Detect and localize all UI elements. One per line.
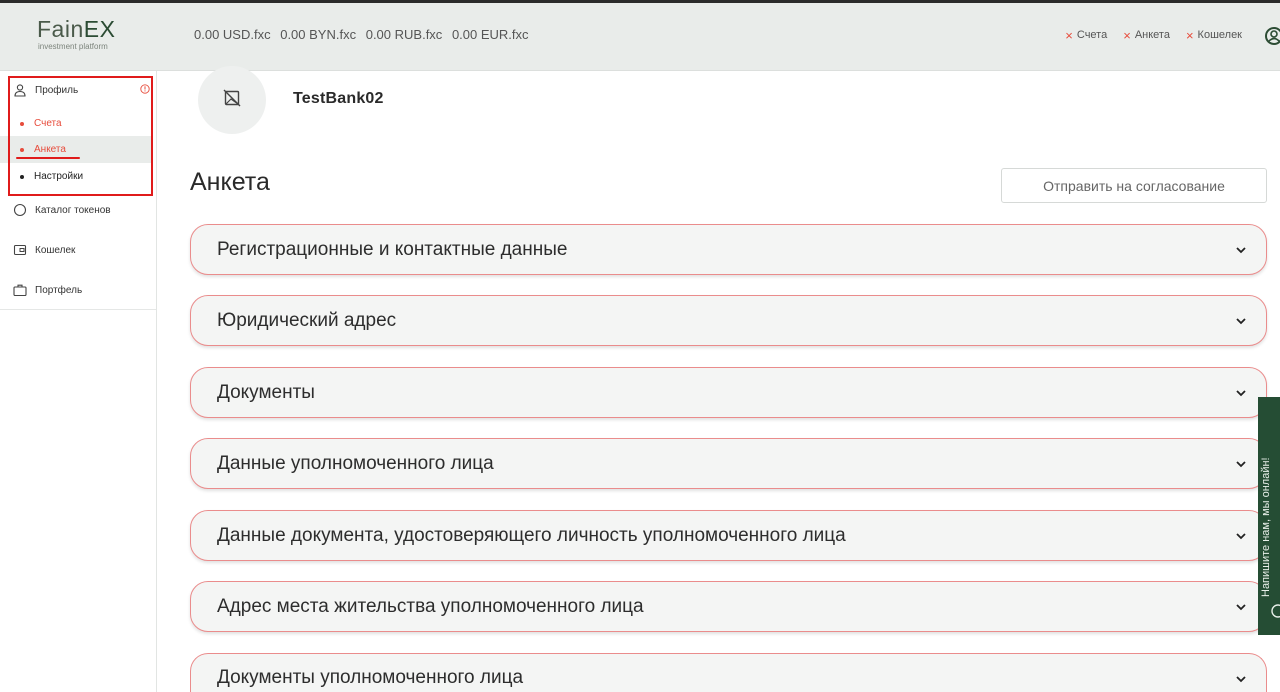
- sidebar-divider: [0, 309, 156, 310]
- no-image-icon: [223, 89, 241, 112]
- accordion-documents[interactable]: Документы: [190, 367, 1267, 418]
- logo-text: FainEX: [37, 16, 116, 42]
- annotation-underline: [16, 157, 80, 159]
- accordion-title: Регистрационные и контактные данные: [217, 238, 568, 260]
- accordion-residence-address[interactable]: Адрес места жительства уполномоченного л…: [190, 581, 1267, 632]
- balance-usd: 0.00 USD.fxc: [194, 27, 271, 42]
- sidebar-item-label: Каталог токенов: [35, 204, 111, 216]
- chevron-down-icon: [1234, 600, 1248, 614]
- chat-icon: [1269, 599, 1280, 623]
- cross-icon: ×: [1185, 27, 1194, 43]
- status-item-questionnaire[interactable]: × Анкета: [1123, 27, 1170, 43]
- top-header: FainEX investment platform 0.00 USD.fxc …: [0, 3, 1280, 71]
- sidebar-item-portfolio[interactable]: Портфель: [0, 281, 156, 299]
- page-title: Анкета: [190, 168, 270, 196]
- balance-byn: 0.00 BYN.fxc: [280, 27, 357, 42]
- accordion-title: Юридический адрес: [217, 309, 397, 331]
- sidebar-item-label: Портфель: [35, 284, 83, 296]
- accordion-identity-document[interactable]: Данные документа, удостоверяющего личнос…: [190, 510, 1267, 561]
- logo[interactable]: FainEX investment platform: [37, 17, 147, 57]
- circle-icon: [13, 203, 27, 217]
- chat-tab-label: Напишите нам, мы онлайн!: [1260, 457, 1272, 597]
- status-item-wallet[interactable]: × Кошелек: [1185, 27, 1242, 43]
- accordion-authorized-person-documents[interactable]: Документы уполномоченного лица: [190, 653, 1267, 692]
- chevron-down-icon: [1234, 457, 1248, 471]
- accordion-registration-contacts[interactable]: Регистрационные и контактные данные: [190, 224, 1267, 275]
- accordion-title: Данные уполномоченного лица: [217, 452, 494, 474]
- balance-eur: 0.00 EUR.fxc: [451, 27, 529, 42]
- accordion-title: Адрес места жительства уполномоченного л…: [217, 595, 644, 617]
- chevron-down-icon: [1234, 314, 1248, 328]
- accordion-title: Данные документа, удостоверяющего личнос…: [217, 524, 846, 546]
- annotation-highlight-box: [8, 76, 153, 196]
- company-avatar[interactable]: [198, 66, 266, 134]
- accordion-title: Документы уполномоченного лица: [217, 667, 524, 688]
- chevron-down-icon: [1234, 672, 1248, 686]
- chevron-down-icon: [1234, 243, 1248, 257]
- balance-rub: 0.00 RUB.fxc: [365, 27, 443, 42]
- cross-icon: ×: [1123, 27, 1131, 43]
- status-item-accounts[interactable]: × Счета: [1065, 27, 1107, 43]
- accordion-legal-address[interactable]: Юридический адрес: [190, 295, 1267, 346]
- cross-icon: ×: [1065, 27, 1073, 43]
- online-chat-tab[interactable]: Напишите нам, мы онлайн!: [1258, 397, 1280, 635]
- logo-subtitle: investment platform: [38, 42, 108, 51]
- accordion-authorized-person[interactable]: Данные уполномоченного лица: [190, 438, 1267, 489]
- sidebar-item-wallet[interactable]: Кошелек: [0, 241, 156, 259]
- company-name: TestBank02: [293, 90, 384, 107]
- sidebar-item-token-catalog[interactable]: Каталог токенов: [0, 201, 156, 219]
- status-checklist: × Счета × Анкета × Кошелек: [1065, 27, 1242, 43]
- chevron-down-icon: [1234, 529, 1248, 543]
- chevron-down-icon: [1234, 386, 1248, 400]
- user-menu-icon[interactable]: [1262, 24, 1280, 48]
- sidebar-item-label: Кошелек: [35, 244, 76, 256]
- submit-for-approval-button[interactable]: Отправить на согласование: [1001, 168, 1267, 203]
- wallet-icon: [13, 243, 27, 257]
- briefcase-icon: [13, 283, 27, 297]
- accordion-title: Документы: [217, 381, 315, 403]
- balances-bar: 0.00 USD.fxc 0.00 BYN.fxc 0.00 RUB.fxc 0…: [194, 27, 535, 42]
